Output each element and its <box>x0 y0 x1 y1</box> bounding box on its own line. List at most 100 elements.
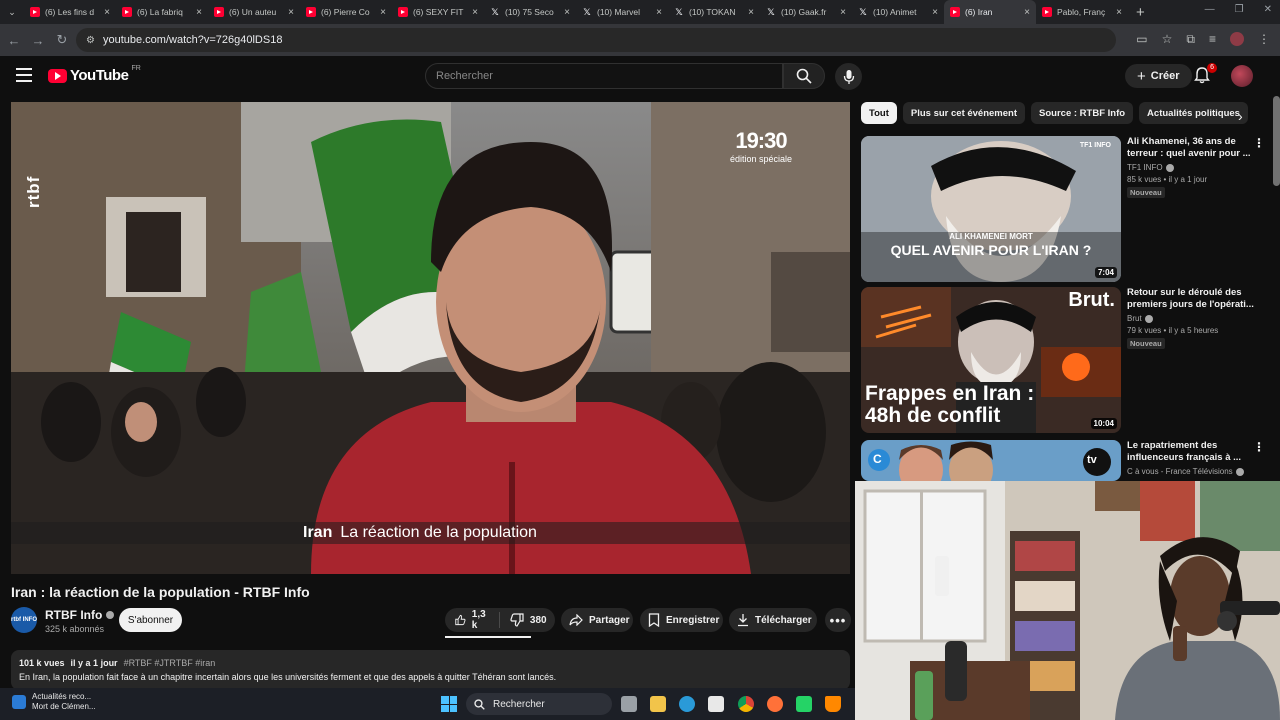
hamburger-menu-icon[interactable] <box>16 68 32 82</box>
site-info-icon[interactable]: ⚙ <box>86 35 95 46</box>
save-button[interactable]: Enregistrer <box>640 608 723 632</box>
browser-tab[interactable]: Pablo, Franç × <box>1036 0 1128 24</box>
extensions-icon[interactable]: ⧉ <box>1186 32 1195 47</box>
recommended-channel[interactable]: C à vous - France Télévisions <box>1127 467 1233 476</box>
edge-icon[interactable] <box>679 696 695 712</box>
messaging-app-icon[interactable] <box>796 696 812 712</box>
account-avatar[interactable] <box>1231 65 1253 87</box>
chip-event[interactable]: Plus sur cet événement <box>902 102 1026 124</box>
recommended-channel[interactable]: Brut <box>1127 314 1142 323</box>
news-widget[interactable]: Actualités reco... Mort de Clémen... <box>12 692 96 712</box>
close-tab-icon[interactable]: × <box>1116 7 1122 18</box>
chevron-right-icon[interactable]: › <box>1238 108 1243 124</box>
recommended-title[interactable]: Retour sur le déroulé des premiers jours… <box>1127 287 1255 311</box>
vlc-icon[interactable] <box>825 696 841 712</box>
browser-tab[interactable]: (6) Un auteu × <box>208 0 300 24</box>
reload-icon[interactable]: ↻ <box>50 32 74 48</box>
recommended-video[interactable]: C tv Le rapatriement des influenceurs fr… <box>861 440 1273 481</box>
subscribe-button[interactable]: S'abonner <box>119 608 182 632</box>
new-tab-button[interactable]: + <box>1136 4 1145 21</box>
chrome-icon[interactable] <box>738 696 754 712</box>
browser-tab[interactable]: 𝕏 (10) Animet × <box>852 0 944 24</box>
channel-avatar[interactable]: rtbf INFO <box>11 607 37 633</box>
description-box[interactable]: 101 k vues il y a 1 jour #RTBF #JTRTBF #… <box>11 650 850 690</box>
recommended-video[interactable]: Brut. Frappes en Iran : 48h de conflit 1… <box>861 287 1273 433</box>
search-input[interactable]: Rechercher <box>425 63 783 89</box>
kebab-menu-icon[interactable]: ⋮ <box>1253 440 1265 454</box>
create-button[interactable]: + Créer <box>1125 64 1192 88</box>
cast-icon[interactable]: ▭ <box>1136 32 1147 47</box>
media-control-icon[interactable]: ≡ <box>1209 32 1216 47</box>
thumbnail-caption: Frappes en Iran : 48h de conflit <box>865 383 1034 427</box>
close-tab-icon[interactable]: × <box>288 7 294 18</box>
description-text: En Iran, la population fait face à un ch… <box>19 672 557 682</box>
back-icon[interactable]: ← <box>2 33 26 48</box>
store-icon[interactable] <box>708 696 724 712</box>
browser-profile-avatar[interactable] <box>1230 32 1244 46</box>
chip-all[interactable]: Tout <box>861 102 897 124</box>
recommended-video[interactable]: TF1 INFO ALI KHAMENEI MORT QUEL AVENIR P… <box>861 136 1273 282</box>
maximize-icon[interactable]: ❐ <box>1235 4 1244 15</box>
channel-name[interactable]: RTBF Info <box>45 608 102 622</box>
tab-search-chevron-icon[interactable]: ⌄ <box>0 0 24 24</box>
close-tab-icon[interactable]: × <box>472 7 478 18</box>
download-button[interactable]: Télécharger <box>729 608 817 632</box>
video-thumbnail[interactable]: C tv <box>861 440 1121 481</box>
file-explorer-icon[interactable] <box>650 696 666 712</box>
address-bar[interactable]: ⚙ youtube.com/watch?v=726g40lDS18 <box>76 28 1116 52</box>
video-player[interactable]: rtbf 19:30 édition spéciale Iran La réac… <box>11 102 850 574</box>
bookmark-icon <box>648 613 660 627</box>
video-thumbnail[interactable]: TF1 INFO ALI KHAMENEI MORT QUEL AVENIR P… <box>861 136 1121 282</box>
chip-source[interactable]: Source : RTBF Info <box>1031 102 1134 124</box>
share-button[interactable]: Partager <box>561 608 633 632</box>
video-title: Iran : la réaction de la population - RT… <box>11 584 310 600</box>
video-thumbnail[interactable]: Brut. Frappes en Iran : 48h de conflit 1… <box>861 287 1121 433</box>
recommended-title[interactable]: Le rapatriement des influenceurs françai… <box>1127 440 1255 464</box>
browser-tab[interactable]: 𝕏 (10) Marvel × <box>576 0 668 24</box>
like-button[interactable]: 1,3 k <box>445 609 500 631</box>
close-tab-icon[interactable]: × <box>564 7 570 18</box>
task-view-icon[interactable] <box>621 696 637 712</box>
kebab-menu-icon[interactable]: ⋮ <box>1253 136 1265 150</box>
browser-tab[interactable]: (6) La fabriq × <box>116 0 208 24</box>
close-window-icon[interactable]: ✕ <box>1264 4 1272 15</box>
page-scrollbar[interactable] <box>1273 96 1280 186</box>
firefox-icon[interactable] <box>767 696 783 712</box>
close-tab-icon[interactable]: × <box>1024 7 1030 18</box>
chip-politics[interactable]: Actualités politiques <box>1139 102 1248 124</box>
browser-tab[interactable]: (6) Iran × <box>944 0 1036 24</box>
browser-tab[interactable]: (6) Les fins d × <box>24 0 116 24</box>
youtube-logo[interactable]: YouTube FR <box>48 65 141 84</box>
taskbar-search-label: Rechercher <box>493 698 545 710</box>
dislike-button[interactable]: 380 <box>500 613 557 627</box>
taskbar-search[interactable]: Rechercher <box>466 693 612 715</box>
close-tab-icon[interactable]: × <box>196 7 202 18</box>
browser-tab[interactable]: 𝕏 (10) Gaak.fr × <box>760 0 852 24</box>
close-tab-icon[interactable]: × <box>104 7 110 18</box>
windows-start-icon[interactable] <box>441 696 457 712</box>
close-tab-icon[interactable]: × <box>840 7 846 18</box>
hashtags[interactable]: #RTBF #JTRTBF #iran <box>124 658 216 668</box>
notifications-button[interactable]: 6 <box>1193 63 1217 86</box>
browser-tab[interactable]: (6) SEXY FIT × <box>392 0 484 24</box>
minimize-icon[interactable]: — <box>1205 4 1215 15</box>
download-icon <box>738 614 748 627</box>
close-tab-icon[interactable]: × <box>932 7 938 18</box>
close-tab-icon[interactable]: × <box>656 7 662 18</box>
browser-tab[interactable]: 𝕏 (10) 75 Seco × <box>484 0 576 24</box>
channel-name-link[interactable]: RTBF Info <box>45 608 115 622</box>
search-button[interactable] <box>783 63 825 89</box>
more-actions-button[interactable]: ••• <box>825 608 851 632</box>
recommended-channel[interactable]: TF1 INFO <box>1127 163 1163 172</box>
browser-tab[interactable]: (6) Pierre Co × <box>300 0 392 24</box>
browser-tab[interactable]: 𝕏 (10) TOKAN × <box>668 0 760 24</box>
view-count: 101 k vues <box>19 658 65 668</box>
bookmark-star-icon[interactable]: ☆ <box>1162 32 1173 47</box>
tab-title: (6) SEXY FIT <box>413 7 464 17</box>
close-tab-icon[interactable]: × <box>748 7 754 18</box>
browser-menu-icon[interactable]: ⋮ <box>1258 32 1270 47</box>
close-tab-icon[interactable]: × <box>380 7 386 18</box>
forward-icon[interactable]: → <box>26 33 50 48</box>
voice-search-button[interactable] <box>835 63 862 90</box>
recommended-title[interactable]: Ali Khamenei, 36 ans de terreur : quel a… <box>1127 136 1255 160</box>
